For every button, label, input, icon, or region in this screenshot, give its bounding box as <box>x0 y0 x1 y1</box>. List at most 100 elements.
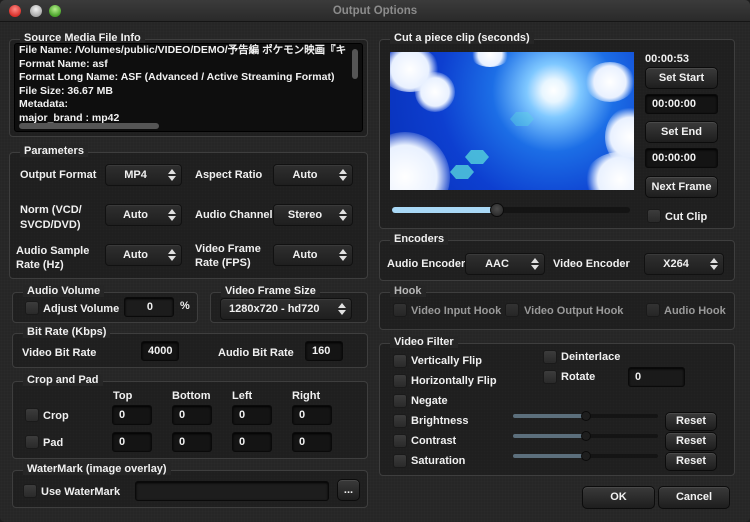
video-frame-rate-value: Auto <box>292 249 318 261</box>
audio-sample-rate-select[interactable]: Auto <box>105 244 182 266</box>
video-output-hook-label: Video Output Hook <box>524 305 624 317</box>
cloud <box>585 62 634 102</box>
aspect-ratio-select[interactable]: Auto <box>273 164 353 186</box>
brightness-slider[interactable] <box>513 411 658 421</box>
cloud <box>390 132 450 190</box>
slider-fill <box>513 454 586 458</box>
slider-fill <box>513 434 586 438</box>
audio-encoder-label: Audio Encoder <box>387 258 466 270</box>
crop-top-input[interactable]: 0 <box>112 405 152 425</box>
saturation-reset-button[interactable]: Reset <box>665 452 717 471</box>
pad-left-input[interactable]: 0 <box>232 432 272 452</box>
audio-bit-rate-input[interactable]: 160 <box>305 341 343 361</box>
vertically-flip-label: Vertically Flip <box>411 355 482 367</box>
contrast-reset-button[interactable]: Reset <box>665 432 717 451</box>
rotate-input[interactable]: 0 <box>628 367 685 387</box>
brightness-reset-button[interactable]: Reset <box>665 412 717 431</box>
pad-right-input[interactable]: 0 <box>292 432 332 452</box>
crop-left-input[interactable]: 0 <box>232 405 272 425</box>
next-frame-button[interactable]: Next Frame <box>645 176 718 198</box>
video-bit-rate-label: Video Bit Rate <box>22 347 97 359</box>
video-frame-size-select[interactable]: 1280x720 - hd720 <box>220 298 352 320</box>
vertically-flip-checkbox[interactable] <box>393 354 407 368</box>
pad-top-input[interactable]: 0 <box>112 432 152 452</box>
start-time-field[interactable]: 00:00:00 <box>645 94 718 114</box>
video-input-hook-label: Video Input Hook <box>411 305 502 317</box>
adjust-volume-label: Adjust Volume <box>43 303 120 315</box>
browse-watermark-button[interactable]: ... <box>337 479 360 501</box>
clip-position-slider[interactable] <box>392 203 630 217</box>
lens-flare <box>465 150 489 164</box>
slider-knob[interactable] <box>580 411 591 421</box>
audio-channel-select[interactable]: Stereo <box>273 204 353 226</box>
slider-knob[interactable] <box>489 203 504 217</box>
slider-knob[interactable] <box>580 451 591 461</box>
brightness-checkbox[interactable] <box>393 414 407 428</box>
cut-clip-checkbox[interactable] <box>647 209 661 223</box>
horizontally-flip-label: Horizontally Flip <box>411 375 497 387</box>
pad-label: Pad <box>43 437 64 449</box>
audio-sample-rate-value: Auto <box>122 249 149 261</box>
pad-bottom-input[interactable]: 0 <box>172 432 212 452</box>
set-end-button[interactable]: Set End <box>645 121 718 143</box>
saturation-slider[interactable] <box>513 451 658 461</box>
source-info-text[interactable]: File Name: /Volumes/public/VIDEO/DEMO/予告… <box>14 43 363 132</box>
video-input-hook-checkbox[interactable] <box>393 303 407 317</box>
volume-value: 0 <box>146 301 153 313</box>
audio-sample-rate-label-line1: Audio Sample <box>16 245 90 257</box>
crop-bottom-input[interactable]: 0 <box>172 405 212 425</box>
encoders-label: Encoders <box>390 233 449 245</box>
cloud <box>470 52 510 67</box>
cancel-button[interactable]: Cancel <box>658 486 730 509</box>
col-bottom-label: Bottom <box>172 390 211 402</box>
saturation-checkbox[interactable] <box>393 454 407 468</box>
rotate-checkbox[interactable] <box>543 370 557 384</box>
audio-hook-label: Audio Hook <box>664 305 726 317</box>
info-line: Format Long Name: ASF (Advanced / Active… <box>19 71 335 83</box>
output-format-label: Output Format <box>20 169 97 181</box>
video-filter-label: Video Filter <box>390 336 458 348</box>
stepper-arrows-icon <box>168 248 176 262</box>
aspect-ratio-value: Auto <box>292 169 318 181</box>
aspect-ratio-label: Aspect Ratio <box>195 169 263 181</box>
lens-flare <box>510 112 534 126</box>
volume-stepper[interactable]: 0 <box>124 297 174 317</box>
video-encoder-value: X264 <box>663 258 689 270</box>
video-encoder-select[interactable]: X264 <box>644 253 724 275</box>
watermark-path-input[interactable] <box>135 481 329 501</box>
adjust-volume-checkbox[interactable] <box>25 301 39 315</box>
bit-rate-label: Bit Rate (Kbps) <box>23 326 111 338</box>
crop-right-input[interactable]: 0 <box>292 405 332 425</box>
vertical-scrollbar[interactable] <box>352 49 358 79</box>
stepper-arrows-icon <box>338 302 346 316</box>
negate-checkbox[interactable] <box>393 394 407 408</box>
crop-checkbox[interactable] <box>25 408 39 422</box>
deinterlace-label: Deinterlace <box>561 351 621 363</box>
video-bit-rate-input[interactable]: 4000 <box>141 341 179 361</box>
contrast-slider[interactable] <box>513 431 658 441</box>
audio-encoder-select[interactable]: AAC <box>465 253 545 275</box>
info-line: Format Name: asf <box>19 57 108 70</box>
norm-select[interactable]: Auto <box>105 204 182 226</box>
set-start-button[interactable]: Set Start <box>645 67 718 89</box>
audio-hook-checkbox[interactable] <box>646 303 660 317</box>
deinterlace-checkbox[interactable] <box>543 350 557 364</box>
horizontally-flip-checkbox[interactable] <box>393 374 407 388</box>
horizontal-scrollbar[interactable] <box>19 123 159 129</box>
window-title: Output Options <box>332 5 418 17</box>
stepper-arrows-icon <box>168 168 176 182</box>
end-time-field[interactable]: 00:00:00 <box>645 148 718 168</box>
slider-knob[interactable] <box>580 431 591 441</box>
video-output-hook-checkbox[interactable] <box>505 303 519 317</box>
video-frame-rate-label-line2: Rate (FPS) <box>195 257 251 269</box>
video-frame-rate-select[interactable]: Auto <box>273 244 353 266</box>
use-watermark-checkbox[interactable] <box>23 484 37 498</box>
ok-button[interactable]: OK <box>582 486 655 509</box>
video-frame-size-value: 1280x720 - hd720 <box>229 303 320 315</box>
output-format-select[interactable]: MP4 <box>105 164 182 186</box>
saturation-label: Saturation <box>411 455 466 467</box>
pad-checkbox[interactable] <box>25 435 39 449</box>
audio-channel-label: Audio Channel <box>195 209 273 221</box>
title-bar[interactable]: Output Options <box>0 0 750 22</box>
contrast-checkbox[interactable] <box>393 434 407 448</box>
